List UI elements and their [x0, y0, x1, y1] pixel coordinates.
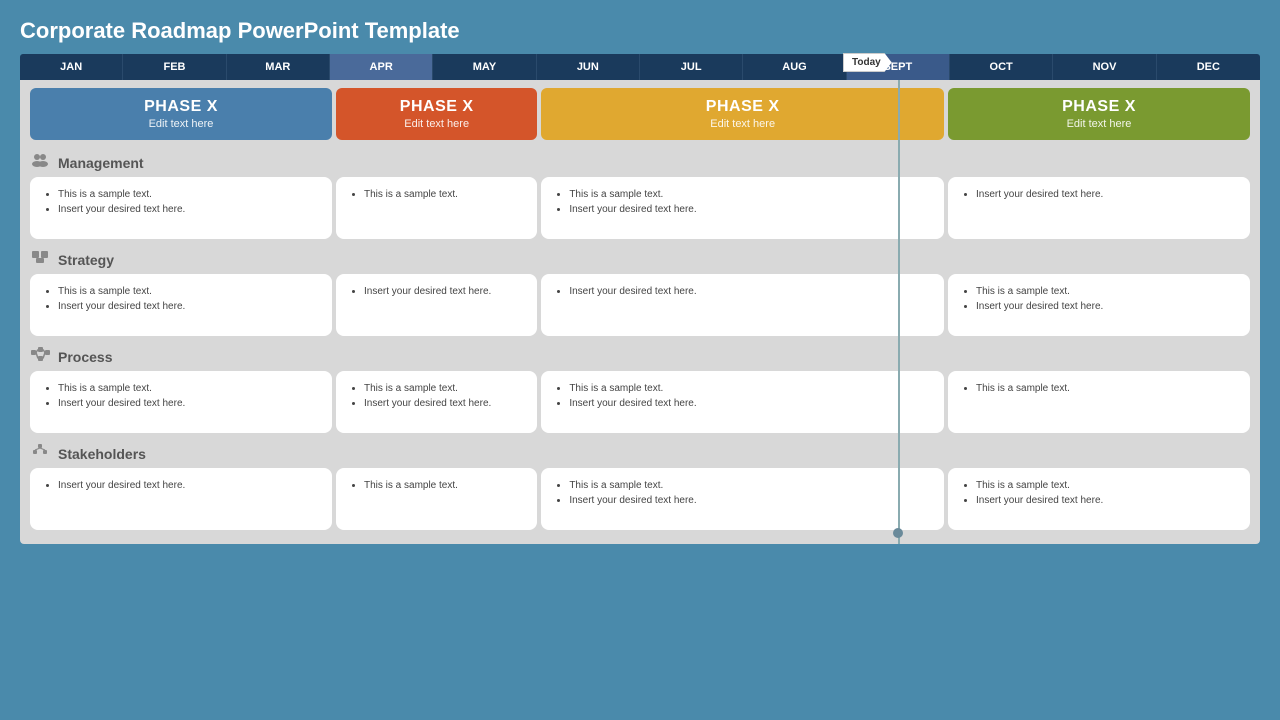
stakeholders-card-3: This is a sample text.Insert your desire…	[541, 468, 944, 530]
stakeholders-cards: Insert your desired text here. This is a…	[30, 468, 1250, 530]
month-jan: JAN	[20, 54, 123, 80]
process-card-2: This is a sample text.Insert your desire…	[336, 371, 537, 433]
month-aug: AUG	[743, 54, 846, 80]
month-oct: OCT	[950, 54, 1053, 80]
slide-title: Corporate Roadmap PowerPoint Template	[20, 18, 1260, 44]
stakeholders-card-4: This is a sample text.Insert your desire…	[948, 468, 1250, 530]
stakeholders-icon	[30, 443, 50, 464]
strategy-card-4: This is a sample text.Insert your desire…	[948, 274, 1250, 336]
management-label-row: Management	[30, 148, 1250, 177]
month-header: JAN FEB MAR APR MAY JUN JUL AUG SEPT OCT…	[20, 54, 1260, 80]
strategy-card-2: Insert your desired text here.	[336, 274, 537, 336]
today-flag: Today	[843, 53, 892, 72]
management-card-3: This is a sample text.Insert your desire…	[541, 177, 944, 239]
process-label-row: Process	[30, 342, 1250, 371]
stakeholders-label: Stakeholders	[58, 446, 146, 462]
strategy-label-row: Strategy	[30, 245, 1250, 274]
stakeholders-card-2: This is a sample text.	[336, 468, 537, 530]
phase-block-4: PHASE X Edit text here	[948, 88, 1250, 140]
process-card-4: This is a sample text.	[948, 371, 1250, 433]
content-area: PHASE X Edit text here PHASE X Edit text…	[20, 80, 1260, 544]
phase-4-sub: Edit text here	[962, 118, 1236, 130]
today-marker: Today	[843, 52, 892, 72]
month-mar: MAR	[227, 54, 330, 80]
strategy-label: Strategy	[58, 252, 114, 268]
process-icon	[30, 346, 50, 367]
month-dec: DEC	[1157, 54, 1260, 80]
management-cards: This is a sample text. Insert your desire…	[30, 177, 1250, 239]
today-dot	[893, 528, 903, 538]
strategy-card-1: This is a sample text.Insert your desire…	[30, 274, 332, 336]
management-card-2: This is a sample text.	[336, 177, 537, 239]
phase-block-3: PHASE X Edit text here	[541, 88, 944, 140]
month-jul: JUL	[640, 54, 743, 80]
stakeholders-card-1: Insert your desired text here.	[30, 468, 332, 530]
month-may: MAY	[433, 54, 536, 80]
phase-1-title: PHASE X	[44, 98, 318, 116]
month-nov: NOV	[1053, 54, 1156, 80]
phase-3-sub: Edit text here	[555, 118, 930, 130]
phase-3-title: PHASE X	[555, 98, 930, 116]
phase-row: PHASE X Edit text here PHASE X Edit text…	[30, 88, 1250, 140]
phase-2-title: PHASE X	[350, 98, 523, 116]
process-card-3: This is a sample text.Insert your desire…	[541, 371, 944, 433]
management-card-4: Insert your desired text here.	[948, 177, 1250, 239]
stakeholders-label-row: Stakeholders	[30, 439, 1250, 468]
phase-block-1: PHASE X Edit text here	[30, 88, 332, 140]
phase-block-2: PHASE X Edit text here	[336, 88, 537, 140]
phase-4-title: PHASE X	[962, 98, 1236, 116]
strategy-card-3: Insert your desired text here.	[541, 274, 944, 336]
strategy-icon	[30, 249, 50, 270]
management-icon	[30, 152, 50, 173]
process-cards: This is a sample text.Insert your desire…	[30, 371, 1250, 433]
month-apr: APR	[330, 54, 433, 80]
process-card-1: This is a sample text.Insert your desire…	[30, 371, 332, 433]
strategy-cards: This is a sample text.Insert your desire…	[30, 274, 1250, 336]
month-jun: JUN	[537, 54, 640, 80]
slide: Corporate Roadmap PowerPoint Template To…	[0, 0, 1280, 720]
management-label: Management	[58, 155, 144, 171]
today-vertical-line	[898, 80, 900, 544]
phase-1-sub: Edit text here	[44, 118, 318, 130]
management-card-1: This is a sample text.Insert your desire…	[30, 177, 332, 239]
process-label: Process	[58, 349, 112, 365]
phase-2-sub: Edit text here	[350, 118, 523, 130]
month-feb: FEB	[123, 54, 226, 80]
